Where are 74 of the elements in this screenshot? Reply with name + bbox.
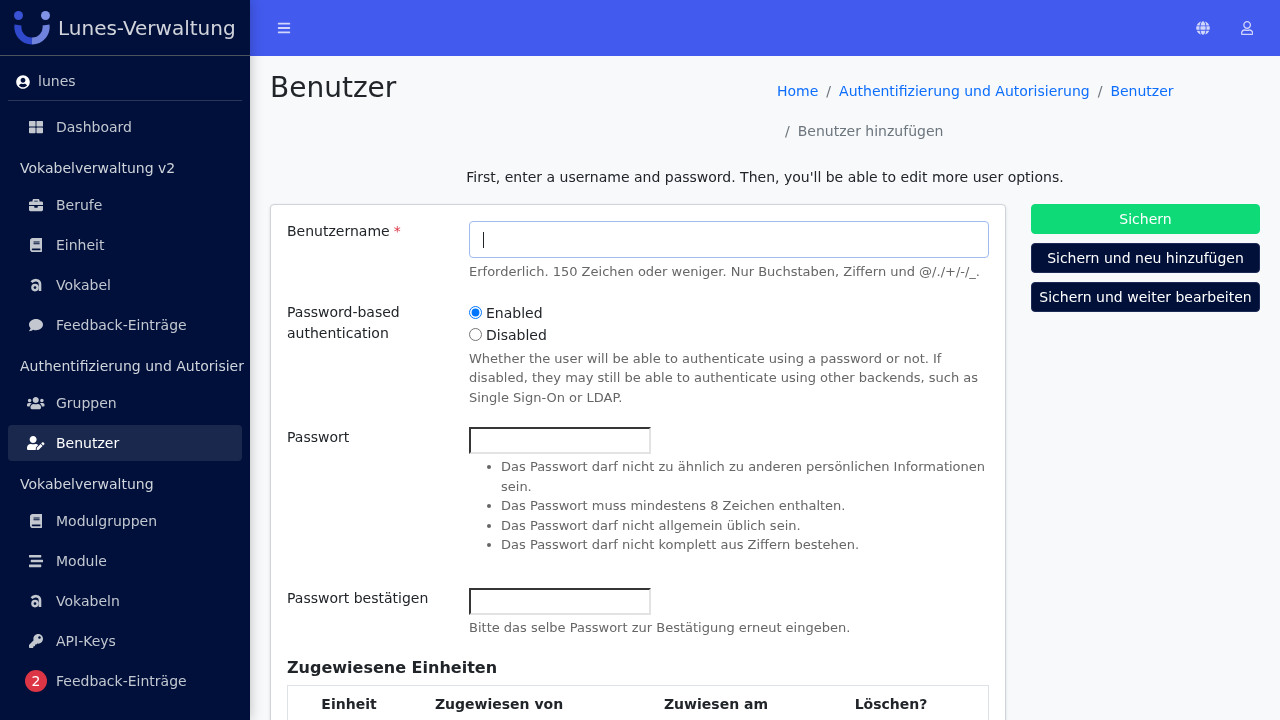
globe-icon[interactable] [1195, 21, 1210, 35]
nav-item[interactable]: 2 Feedback-Einträge [8, 663, 242, 699]
bullet-icon [487, 465, 491, 469]
radio-label[interactable]: Disabled [486, 326, 547, 343]
help-text: Bitte das selbe Passwort zur Bestätigung erneut eingeben. [469, 619, 851, 637]
nav-section-header: Vokabelverwaltung v2 [19, 159, 177, 178]
logo-icon [14, 10, 50, 45]
book-icon [29, 514, 43, 528]
breadcrumb-separator: / [785, 122, 791, 141]
nav-item[interactable]: Vokabel [8, 267, 242, 303]
menu-icon[interactable] [277, 21, 291, 35]
field-label: Passwort [287, 429, 350, 445]
password-rule: Das Passwort darf nicht komplett aus Ziffern bestehen. [501, 536, 860, 554]
section-title: Zugewiesene Einheiten [287, 657, 499, 677]
key-icon [29, 634, 43, 648]
input-field[interactable] [469, 588, 651, 615]
input-field[interactable] [469, 221, 989, 258]
speech-bubble-icon [29, 318, 43, 332]
letter-a-icon [29, 594, 43, 608]
user-icon[interactable] [1240, 21, 1253, 35]
radio-label[interactable]: Enabled [486, 304, 543, 321]
field-label: Password-based authentication [287, 303, 400, 341]
bullet-icon [487, 543, 491, 547]
help-text: Erforderlich. 150 Zeichen oder weniger. Nur Buchstaben, Ziffern und @/./+/-/_. [469, 263, 980, 281]
count-badge: 2 [25, 670, 47, 692]
bullet-icon [487, 523, 491, 528]
field-label: Passwort bestätigen [287, 590, 429, 606]
breadcrumb-current: Benutzer hinzufügen [797, 122, 944, 141]
column-header: Einheit [320, 695, 378, 714]
radio-button[interactable] [469, 306, 482, 319]
column-header: Zuwiesen am [662, 695, 770, 714]
list-icon [29, 554, 43, 568]
nav-item[interactable]: Vokabeln [8, 583, 242, 619]
column-header: Löschen? [853, 695, 929, 714]
intro-text: First, enter a username and password. Then, you'll be able to edit more user options. [465, 168, 1065, 187]
nav-item[interactable]: Feedback-Einträge [8, 307, 242, 343]
user-avatar-icon [16, 74, 30, 89]
nav-item[interactable]: Module [8, 543, 242, 579]
brand-name[interactable]: Lunes-Verwaltung [58, 15, 236, 40]
radio-button[interactable] [469, 328, 482, 341]
nav-item[interactable]: Gruppen [8, 385, 242, 421]
nav-section-header: Authentifizierung und Autorisier [19, 357, 242, 376]
page-title: Benutzer [270, 71, 398, 105]
nav-item[interactable]: Dashboard [8, 109, 242, 145]
password-rule: Das Passwort darf nicht zu ähnlich zu anderen persönlichen Informationen sein. [501, 458, 987, 496]
user-pencil-icon [27, 436, 45, 450]
user-name[interactable]: lunes [38, 71, 76, 92]
book-icon [29, 238, 43, 252]
field-label: Benutzername [287, 223, 390, 239]
users-icon [27, 396, 45, 410]
nav-item[interactable]: Einheit [8, 227, 242, 263]
required-asterisk: * [393, 223, 401, 239]
text-cursor-icon [483, 232, 484, 248]
help-text: Whether the user will be able to authenticate using a password or not. If disabled, they may still be able to authenticate using other backends, such as Single Sign-On or LDAP. [469, 349, 980, 407]
column-header: Zugewiesen von [433, 695, 565, 714]
nav-item[interactable]: Modulgruppen [8, 503, 242, 539]
bullet-icon [487, 504, 491, 508]
nav-item[interactable]: API-Keys [8, 623, 242, 659]
grid-icon [29, 120, 43, 134]
nav-item[interactable]: Benutzer [8, 425, 242, 461]
password-rule: Das Passwort darf nicht allgemein üblich sein. [501, 516, 801, 535]
input-field[interactable] [469, 427, 651, 454]
briefcase-icon [29, 198, 43, 212]
nav-section-header: Vokabelverwaltung [19, 475, 155, 494]
breadcrumb-separator: / [1097, 82, 1104, 101]
breadcrumb-link[interactable]: Benutzer [1110, 81, 1174, 102]
breadcrumb-separator: / [826, 82, 833, 101]
letter-a-icon [29, 278, 43, 292]
breadcrumb-link[interactable]: Authentifizierung und Autorisierung [839, 81, 1090, 102]
breadcrumb-link[interactable]: Home [777, 81, 819, 102]
password-rule: Das Passwort muss mindestens 8 Zeichen enthalten. [501, 497, 846, 515]
save-button[interactable]: Sichern und neu hinzufügen [1031, 243, 1260, 273]
nav-item[interactable]: Berufe [8, 187, 242, 223]
save-button[interactable]: Sichern und weiter bearbeiten [1031, 282, 1260, 312]
